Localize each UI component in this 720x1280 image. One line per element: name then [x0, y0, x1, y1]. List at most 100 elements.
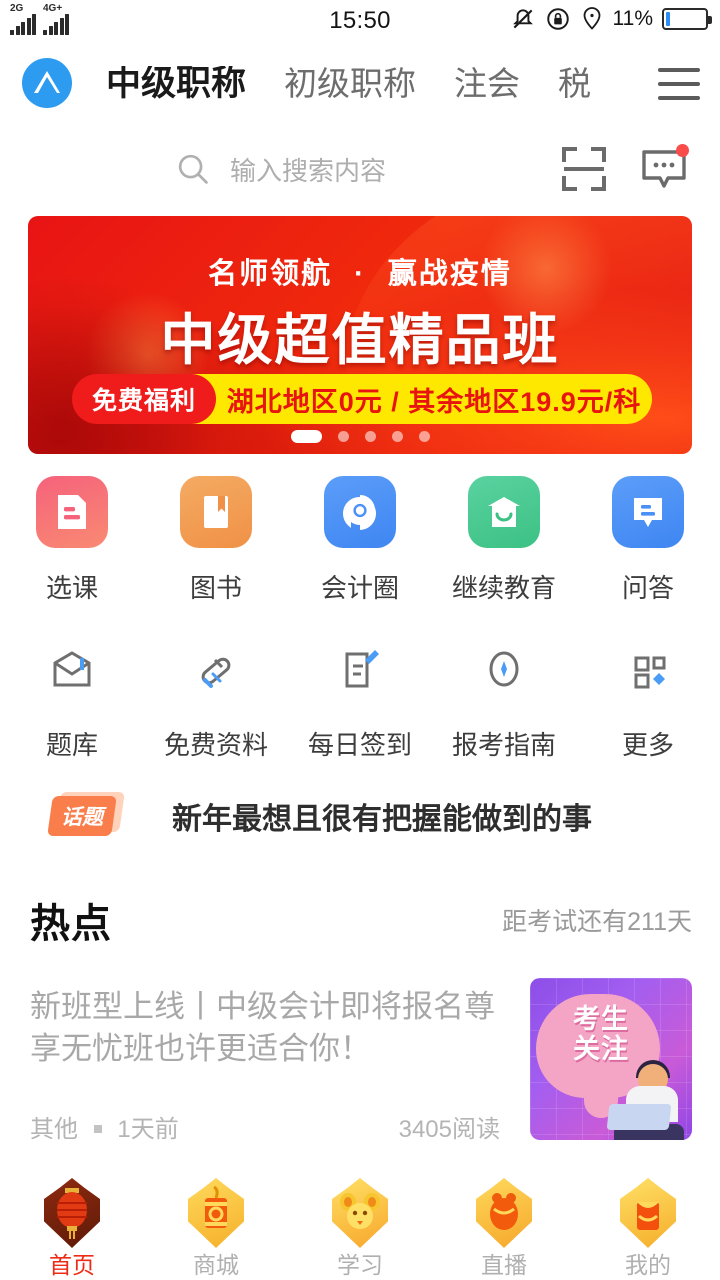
banner-free-tag: 免费福利	[72, 374, 217, 424]
more-grid-icon	[612, 633, 684, 705]
lantern-home-icon	[35, 1176, 109, 1250]
daily-signin-icon	[324, 633, 396, 705]
thumbnail-text: 考生 关注	[546, 1004, 656, 1064]
banner-price-pill: 免费福利 湖北地区0元 / 其余地区19.9元/科	[72, 374, 652, 424]
search-actions	[562, 144, 689, 192]
shortcut-label: 题库	[45, 730, 98, 760]
shortcut-meiriqiandao[interactable]: 每日签到	[288, 633, 432, 762]
topic-badge-front: 话题	[47, 796, 117, 836]
tab-label: 首页	[49, 1252, 95, 1278]
banner-subtitle: 名师领航 · 赢战疫情	[28, 250, 692, 292]
tab-label: 我的	[625, 1252, 671, 1278]
banner-dot-1[interactable]	[337, 431, 349, 442]
exam-countdown: 距考试还有211天	[502, 908, 692, 936]
banner-subtitle-right: 赢战疫情	[387, 258, 512, 290]
shortcut-mianfeiziliao[interactable]: 免费资料	[144, 633, 288, 762]
doll-live-icon	[467, 1176, 541, 1250]
article-meta-left: 其他 1天前	[30, 1109, 179, 1144]
mute-vibrate-icon	[512, 9, 533, 29]
circle-chat-glyph	[342, 495, 376, 530]
topic-badge: 话题	[47, 792, 125, 836]
article-thumbnail[interactable]: 考生 关注	[530, 978, 692, 1140]
graduation-house-icon	[468, 476, 540, 548]
message-badge-dot	[676, 144, 689, 157]
mouse-glyph	[340, 1193, 380, 1229]
nav-tab-1[interactable]: 初级职称	[284, 67, 416, 100]
battery-percent-label: 11%	[612, 7, 653, 30]
nav-tab-0[interactable]: 中级职称	[106, 66, 246, 101]
message-bubble-icon[interactable]	[640, 144, 689, 192]
exam-guide-compass-icon	[468, 633, 540, 705]
shortcut-wenda[interactable]: 问答	[576, 476, 720, 605]
shortcut-label: 每日签到	[307, 730, 412, 760]
shortcut-tushu[interactable]: 图书	[144, 476, 288, 605]
shortcut-xuanke[interactable]: 选课	[0, 476, 144, 605]
shortcut-label: 免费资料	[163, 730, 268, 760]
shortcut-label: 继续教育	[451, 573, 556, 603]
page-title: 热点	[30, 902, 112, 946]
shortcut-grid: 选课 图书 会计圈 继续教育 问答 题库 免费资料 每日签到 报考指南 更多	[0, 476, 720, 762]
document-icon	[36, 476, 108, 548]
graduation-house-glyph	[488, 497, 520, 527]
shortcut-jixujiaoyu[interactable]: 继续教育	[432, 476, 576, 605]
daily-signin-glyph	[345, 650, 379, 688]
banner-price-text: 湖北地区0元 / 其余地区19.9元/科	[226, 386, 642, 417]
topic-row[interactable]: 话题 新年最想且很有把握能做到的事	[0, 778, 720, 854]
shortcut-kuaijiquan[interactable]: 会计圈	[288, 476, 432, 605]
hamburger-menu-icon[interactable]	[654, 68, 700, 100]
tab-shop[interactable]: 商城	[144, 1170, 288, 1280]
tab-home[interactable]: 首页	[0, 1170, 144, 1280]
banner-dot-4[interactable]	[418, 431, 430, 442]
nav-tab-list: 中级职称 初级职称 注会 税	[106, 66, 720, 101]
person-laptop	[606, 1104, 672, 1130]
shortcut-label: 会计圈	[320, 573, 399, 603]
banner-dot-2[interactable]	[364, 431, 376, 442]
thumbnail-text-line1: 考生	[573, 1004, 629, 1034]
search-input[interactable]: 输入搜索内容	[174, 150, 562, 188]
search-icon	[178, 154, 208, 184]
screen-lock-rotation-icon	[546, 8, 569, 30]
book-icon	[180, 476, 252, 548]
battery-icon	[662, 8, 712, 30]
article-category: 其他	[30, 1116, 78, 1143]
promo-banner[interactable]: 名师领航 · 赢战疫情 中级超值精品班 免费福利 湖北地区0元 / 其余地区19…	[28, 216, 692, 454]
article-list-item[interactable]: 新班型上线丨中级会计即将报名尊享无忧班也许更适合你！ 其他 1天前 3405阅读…	[0, 972, 720, 1164]
banner-dot-0[interactable]	[290, 430, 322, 443]
banner-subtitle-left: 名师领航	[208, 258, 333, 290]
circle-chat-icon	[324, 476, 396, 548]
article-read-count: 3405阅读	[398, 1116, 500, 1143]
firecracker-glyph	[205, 1185, 227, 1228]
nav-tab-3[interactable]: 税	[558, 67, 591, 100]
search-bar: 输入搜索内容	[0, 126, 720, 212]
redpacket-glyph	[637, 1202, 659, 1230]
shortcut-tiku[interactable]: 题库	[0, 633, 144, 762]
article-title: 新班型上线丨中级会计即将报名尊享无忧班也许更适合你！	[30, 989, 495, 1066]
question-bank-glyph	[53, 651, 91, 687]
tab-study[interactable]: 学习	[288, 1170, 432, 1280]
logo-mark-icon	[34, 71, 60, 93]
shortcut-baokaozhinan[interactable]: 报考指南	[432, 633, 576, 762]
book-glyph	[204, 496, 228, 528]
app-logo[interactable]	[22, 58, 72, 108]
tab-label: 学习	[337, 1252, 383, 1278]
banner-dot-3[interactable]	[391, 431, 403, 442]
tab-label: 商城	[193, 1252, 239, 1278]
scan-qr-icon[interactable]	[562, 147, 606, 191]
qa-bubble-icon	[612, 476, 684, 548]
redpacket-mine-icon	[611, 1176, 685, 1250]
shortcut-label: 更多	[621, 730, 674, 760]
article-meta: 其他 1天前 3405阅读	[30, 1109, 500, 1144]
shortcut-gengduo[interactable]: 更多	[576, 633, 720, 762]
shortcut-label: 报考指南	[451, 730, 556, 760]
article-time: 1天前	[117, 1116, 179, 1143]
more-grid-glyph	[634, 656, 666, 689]
topic-badge-label: 话题	[61, 806, 103, 829]
tab-live[interactable]: 直播	[432, 1170, 576, 1280]
qa-bubble-glyph	[634, 498, 662, 527]
lantern-glyph	[57, 1188, 87, 1239]
nav-tab-2[interactable]: 注会	[454, 67, 520, 100]
tab-mine[interactable]: 我的	[576, 1170, 720, 1280]
banner-title: 中级超值精品班	[160, 309, 560, 371]
shortcut-label: 图书	[189, 573, 242, 603]
banner-dots[interactable]	[28, 430, 692, 443]
